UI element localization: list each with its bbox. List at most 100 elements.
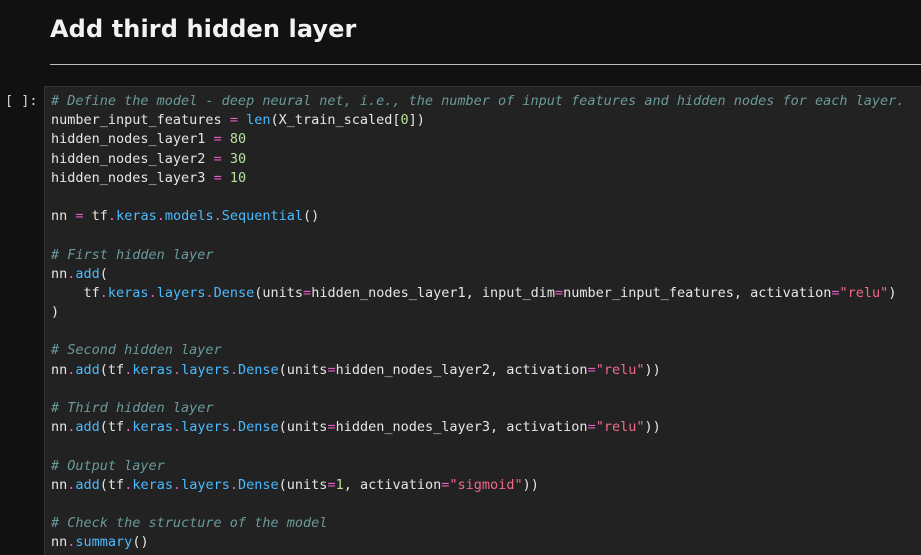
code-operator: . [172,476,182,493]
code-text: hidden_nodes_layer1 [51,131,214,148]
code-text: number_input_features [51,112,230,129]
code-text: ) [51,304,60,321]
code-text: nn [51,534,68,551]
code-text: nn [51,476,68,493]
code-line[interactable] [51,380,904,399]
code-text: (X_train_scaled[ [270,112,401,129]
code-text: hidden_nodes_layer2 [51,150,214,167]
code-identifier: Dense [238,361,279,378]
code-comment: # Define the model - deep neural net, i.… [51,93,905,109]
code-identifier: keras [132,419,173,436]
code-identifier: Dense [238,476,279,493]
code-operator: . [148,284,157,301]
code-line[interactable]: nn.add(tf.keras.layers.Dense(units=1, ac… [51,476,904,495]
code-line[interactable]: hidden_nodes_layer3 = 10 [51,169,904,188]
code-text: , activation [343,476,442,493]
code-text: (tf [99,476,125,493]
code-text: )) [644,419,661,436]
code-line[interactable]: # Second hidden layer [51,341,904,360]
code-line[interactable]: # Check the structure of the model [51,514,904,533]
code-text: hidden_nodes_layer2, activation [335,361,588,378]
code-text: (tf [99,361,125,378]
code-line[interactable]: # Third hidden layer [51,399,904,418]
code-line[interactable]: # Output layer [51,457,904,476]
code-line[interactable]: # First hidden layer [51,246,904,265]
code-number: 80 [229,131,247,148]
code-text: () [303,208,320,225]
code-operator: . [172,361,182,378]
code-line[interactable] [51,188,904,207]
code-string: "sigmoid" [449,476,523,493]
code-operator: . [213,208,222,225]
code-block[interactable]: # Define the model - deep neural net, i.… [51,92,904,553]
code-identifier: Dense [238,419,279,436]
code-identifier: layers [181,419,230,436]
code-operator: . [156,208,165,225]
code-operator: = [327,361,336,378]
code-line[interactable]: tf.keras.layers.Dense(units=hidden_nodes… [51,284,904,303]
code-number: 1 [335,476,344,493]
code-line[interactable]: # Define the model - deep neural net, i.… [51,92,904,111]
code-line[interactable]: nn.add( [51,265,904,284]
code-text: (units [254,284,304,301]
code-identifier: Sequential [221,208,304,225]
code-identifier: layers [181,476,230,493]
code-string: "relu" [839,284,889,301]
code-operator: = [587,361,596,378]
code-operator: = [327,419,336,436]
code-text: nn [51,265,68,282]
code-operator: = [303,284,312,301]
code-operator: . [229,476,239,493]
code-operator: . [172,419,182,436]
code-cell-editor[interactable]: # Define the model - deep neural net, i.… [44,86,921,555]
code-operator: = [555,284,564,301]
code-string: "relu" [595,361,645,378]
code-operator: = [587,419,596,436]
code-line[interactable] [51,322,904,341]
code-comment: # First hidden layer [51,246,214,263]
code-text: (tf [99,419,125,436]
code-operator: = [831,284,840,301]
code-operator: . [99,284,108,301]
markdown-cell[interactable]: Add third hidden layer [0,0,921,70]
code-line[interactable] [51,226,904,245]
heading-divider [50,64,921,65]
code-text: tf [83,208,108,225]
code-identifier: keras [116,208,157,225]
code-comment: # Check the structure of the model [51,515,328,532]
code-identifier: models [164,208,214,225]
code-operator: . [229,361,239,378]
code-identifier: keras [107,284,149,301]
code-text: () [132,534,149,551]
code-line[interactable]: hidden_nodes_layer2 = 30 [51,150,904,169]
code-line[interactable]: ) [51,303,904,322]
code-identifier: layers [156,284,206,301]
code-text: hidden_nodes_layer3 [51,169,214,186]
code-text: ( [99,265,108,282]
code-operator: = [213,150,222,167]
code-line[interactable]: nn.summary() [51,533,904,552]
code-line[interactable] [51,437,904,456]
code-text: (units [278,476,328,493]
code-operator: = [213,169,222,186]
code-identifier: len [246,112,271,129]
code-operator: . [205,284,214,301]
code-text: nn [51,419,68,436]
code-text: )) [522,476,539,493]
code-identifier: keras [132,361,173,378]
code-text: (units [278,361,328,378]
code-line[interactable]: number_input_features = len(X_train_scal… [51,111,904,130]
code-line[interactable]: nn.add(tf.keras.layers.Dense(units=hidde… [51,418,904,437]
code-number: 10 [229,169,247,186]
code-number: 30 [229,150,247,167]
code-line[interactable]: nn = tf.keras.models.Sequential() [51,207,904,226]
code-line[interactable]: hidden_nodes_layer1 = 80 [51,130,904,149]
code-identifier: Dense [213,284,255,301]
code-text: hidden_nodes_layer1, input_dim [311,284,556,301]
code-identifier: add [75,419,100,436]
code-line[interactable]: nn.add(tf.keras.layers.Dense(units=hidde… [51,361,904,380]
code-line[interactable] [51,495,904,514]
